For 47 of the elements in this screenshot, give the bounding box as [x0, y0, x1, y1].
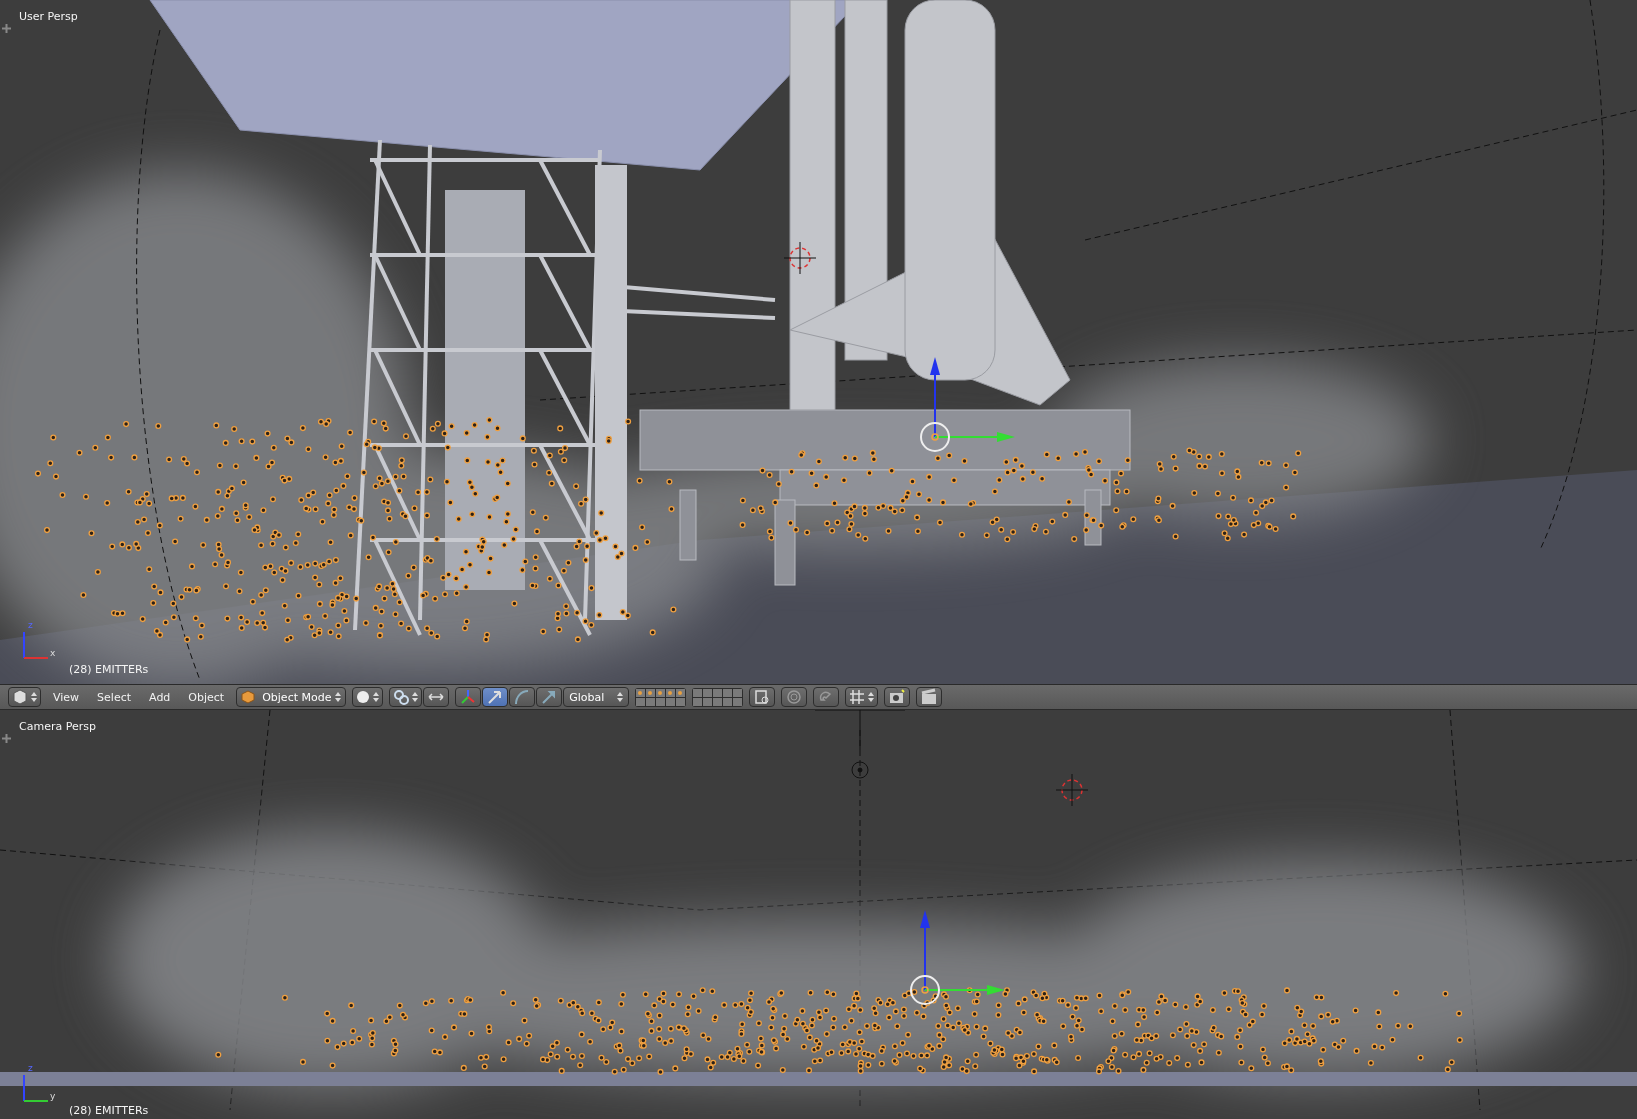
- cube-icon: [12, 689, 28, 705]
- up-down-arrows-icon: [31, 691, 37, 703]
- layer-buttons[interactable]: [635, 687, 687, 707]
- up-down-arrows-icon: [412, 691, 419, 703]
- editor-type-button[interactable]: [8, 687, 41, 707]
- lock-layer-icon: [753, 688, 772, 706]
- rotate-manipulator-button[interactable]: [509, 687, 536, 707]
- pivot-dropdown[interactable]: [389, 687, 423, 707]
- grid-icon: [849, 689, 866, 705]
- menu-item[interactable]: View: [47, 687, 86, 707]
- mode-dropdown[interactable]: Object Mode: [236, 687, 347, 707]
- menu-item[interactable]: Add: [143, 687, 177, 707]
- proportional-edit-button[interactable]: [781, 687, 808, 707]
- menu-item[interactable]: Select: [91, 687, 138, 707]
- double-arrow-button[interactable]: [423, 687, 450, 707]
- object-status-text: (28) EMITTERs: [69, 663, 149, 676]
- shading-dropdown[interactable]: [352, 687, 384, 707]
- snap-element-dropdown[interactable]: [845, 687, 879, 707]
- clapperboard-button[interactable]: [916, 687, 943, 707]
- orientation-dropdown[interactable]: Global: [563, 687, 630, 707]
- view-label: Camera Persp: [19, 720, 96, 733]
- sphere-icon: [356, 690, 371, 704]
- menu-item[interactable]: Object: [182, 687, 231, 707]
- axis-label: z: [28, 1063, 33, 1073]
- object-status-text: (28) EMITTERs: [69, 1104, 149, 1117]
- plus-icon[interactable]: [2, 24, 11, 33]
- axis-label: y: [50, 1091, 56, 1101]
- axis-label: z: [28, 620, 33, 630]
- plus-icon[interactable]: [2, 734, 11, 743]
- translate-manipulator-button[interactable]: [482, 687, 509, 707]
- axes-manipulator-button[interactable]: [455, 687, 482, 707]
- layer-buttons[interactable]: [692, 687, 744, 707]
- axis-label: x: [50, 648, 56, 658]
- lock-layer-button[interactable]: [749, 687, 776, 707]
- up-down-arrows-icon: [868, 691, 875, 703]
- up-down-arrows-icon: [617, 691, 624, 703]
- view-label: User Persp: [19, 10, 78, 23]
- scale-manipulator-button[interactable]: [536, 687, 563, 707]
- proportional-edit-icon: [785, 688, 804, 706]
- up-down-arrows-icon: [335, 691, 342, 703]
- clapperboard-icon: [920, 688, 939, 706]
- cube-icon: [241, 690, 256, 704]
- magnet-button[interactable]: [813, 687, 840, 707]
- render-camera-icon: [888, 688, 907, 706]
- up-down-arrows-icon: [373, 691, 380, 703]
- render-camera-button[interactable]: [884, 687, 911, 707]
- pivot-circles-icon: [393, 689, 410, 705]
